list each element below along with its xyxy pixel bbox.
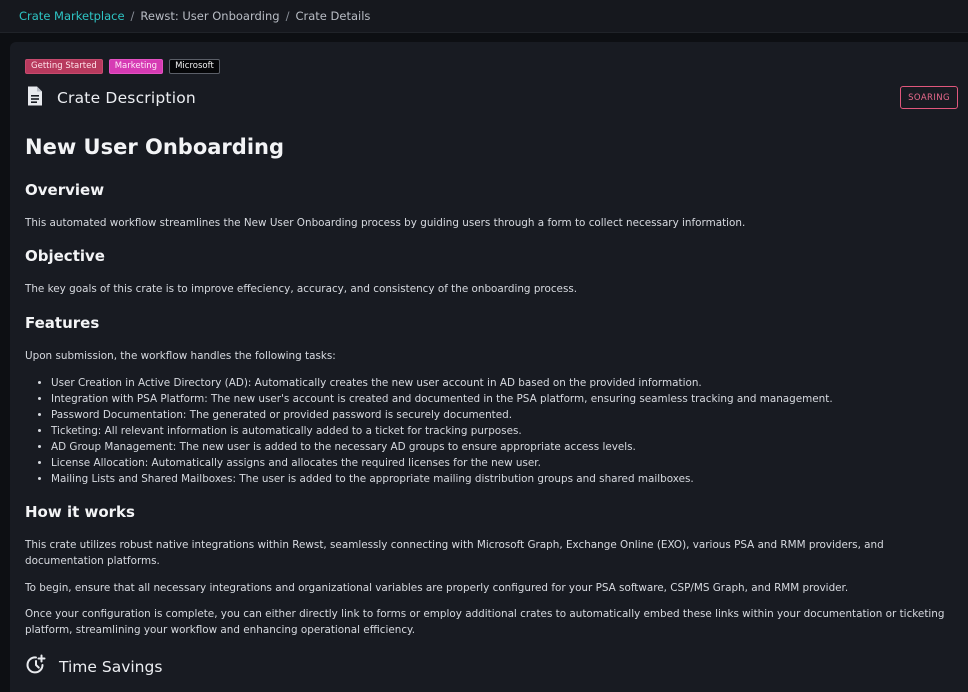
list-item: User Creation in Active Directory (AD): … <box>51 375 955 391</box>
tag-microsoft[interactable]: Microsoft <box>169 59 220 74</box>
breadcrumb: Crate Marketplace / Rewst: User Onboardi… <box>0 0 968 33</box>
tag-list: Getting Started Marketing Microsoft <box>25 59 220 74</box>
overview-text: This automated workflow streamlines the … <box>25 217 746 229</box>
objective-heading: Objective <box>25 247 105 265</box>
clock-plus-icon <box>25 654 47 680</box>
objective-text: The key goals of this crate is to improv… <box>25 283 578 295</box>
tag-marketing[interactable]: Marketing <box>108 59 164 74</box>
overview-heading: Overview <box>25 181 105 199</box>
how-it-works-p1: This crate utilizes robust native integr… <box>25 539 884 567</box>
how-it-works-p2: To begin, ensure that all necessary inte… <box>25 582 849 594</box>
breadcrumb-current: Crate Details <box>295 9 371 23</box>
list-item: Ticketing: All relevant information is a… <box>51 423 955 439</box>
breadcrumb-separator: / <box>285 9 290 23</box>
features-list: User Creation in Active Directory (AD): … <box>25 375 955 487</box>
features-heading: Features <box>25 314 100 332</box>
list-item: License Allocation: Automatically assign… <box>51 455 955 471</box>
features-intro: Upon submission, the workflow handles th… <box>25 350 336 362</box>
how-it-works-heading: How it works <box>25 503 135 521</box>
crate-description-header: Crate Description <box>25 85 196 111</box>
list-item: AD Group Management: The new user is add… <box>51 439 955 455</box>
time-savings-title: Time Savings <box>59 658 163 676</box>
list-item: Password Documentation: The generated or… <box>51 407 955 423</box>
breadcrumb-crate-marketplace[interactable]: Crate Marketplace <box>19 9 125 23</box>
how-it-works-p3: Once your configuration is complete, you… <box>25 608 945 636</box>
breadcrumb-separator: / <box>130 9 135 23</box>
doc-title: New User Onboarding <box>25 135 284 159</box>
section-title: Crate Description <box>57 89 196 107</box>
status-badge: SOARING <box>900 86 958 109</box>
breadcrumb-crate-name: Rewst: User Onboarding <box>140 9 280 23</box>
document-icon <box>25 85 45 111</box>
tag-getting-started[interactable]: Getting Started <box>25 59 103 74</box>
list-item: Mailing Lists and Shared Mailboxes: The … <box>51 471 955 487</box>
crate-details-panel: Getting Started Marketing Microsoft Crat… <box>10 42 968 692</box>
list-item: Integration with PSA Platform: The new u… <box>51 391 955 407</box>
time-savings-header: Time Savings <box>25 654 162 680</box>
